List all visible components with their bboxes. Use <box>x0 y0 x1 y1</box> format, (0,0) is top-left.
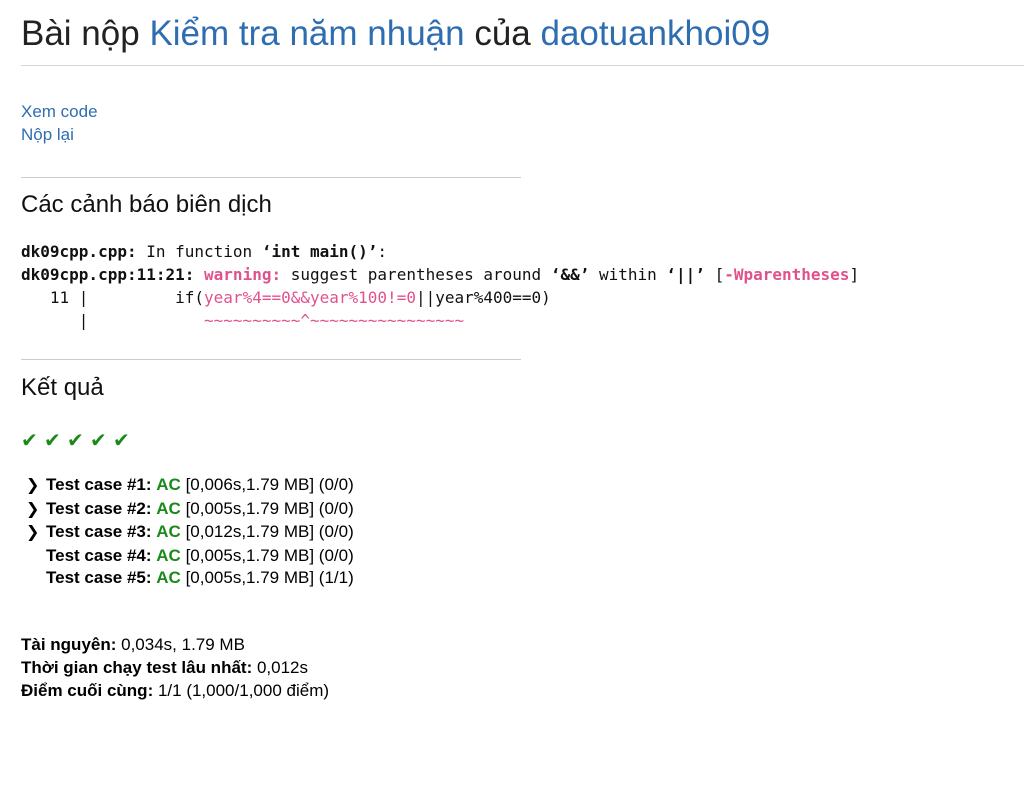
max-time-row: Thời gian chạy test lâu nhất: 0,012s <box>21 656 329 679</box>
max-time-label: Thời gian chạy test lâu nhất: <box>21 658 253 677</box>
compile-text: ] <box>849 265 860 284</box>
chevron-right-icon[interactable]: ❯ <box>26 522 46 545</box>
test-case-status: AC <box>156 522 181 542</box>
test-case-label: Test case #3: <box>46 522 152 542</box>
compile-code: if( <box>98 288 205 307</box>
compile-gutter: | <box>21 311 99 330</box>
test-case-row: Test case #4: AC [0,005s,1.79 MB] (0/0) <box>26 545 354 568</box>
check-icon: ✔ <box>67 430 86 452</box>
title-prefix: Bài nộp <box>21 14 150 53</box>
final-score-value: 1/1 (1,000/1,000 điểm) <box>153 681 330 700</box>
title-divider <box>21 65 1024 66</box>
test-case-row[interactable]: ❯ Test case #2: AC [0,005s,1.79 MB] (0/0) <box>26 498 354 522</box>
test-case-status: AC <box>156 545 181 565</box>
test-case-row[interactable]: ❯ Test case #3: AC [0,012s,1.79 MB] (0/0) <box>26 521 354 545</box>
compile-warnings-heading: Các cảnh báo biên dịch <box>21 191 272 218</box>
test-case-list: ❯ Test case #1: AC [0,006s,1.79 MB] (0/0)… <box>26 474 354 590</box>
compile-text: suggest parentheses around <box>281 265 551 284</box>
test-case-row: Test case #5: AC [0,005s,1.79 MB] (1/1) <box>26 567 354 590</box>
test-case-detail: [0,005s,1.79 MB] (0/0) <box>185 545 354 565</box>
summary-info: Tài nguyên: 0,034s, 1.79 MB Thời gian ch… <box>21 633 329 702</box>
test-case-status: AC <box>156 498 181 518</box>
check-icon: ✔ <box>113 430 132 452</box>
check-icon: ✔ <box>90 430 109 452</box>
chevron-right-icon[interactable]: ❯ <box>26 475 46 498</box>
compile-code: ||year%400==0) <box>415 288 551 307</box>
test-case-detail: [0,006s,1.79 MB] (0/0) <box>185 475 354 494</box>
test-case-label: Test case #1: <box>46 475 152 494</box>
chevron-right-icon[interactable]: ❯ <box>26 499 46 522</box>
section-divider <box>21 177 521 178</box>
resources-value: 0,034s, 1.79 MB <box>116 635 245 654</box>
compile-location: dk09cpp.cpp:11:21: <box>21 265 195 284</box>
warning-label: warning: <box>204 265 282 284</box>
check-icon: ✔ <box>21 430 40 452</box>
compile-caret-marker: ~~~~~~~~~~^~~~~~~~~~~~~~~~~ <box>98 311 465 330</box>
page-title: Bài nộp Kiểm tra năm nhuận của daotuankh… <box>21 14 770 54</box>
compile-text: In function <box>136 242 262 261</box>
compile-text: : <box>377 242 388 261</box>
compile-quote: ‘&&’ <box>550 265 590 284</box>
test-case-detail: [0,012s,1.79 MB] (0/0) <box>185 522 354 542</box>
compile-line-number: 11 | <box>21 288 99 307</box>
user-link[interactable]: daotuankhoi09 <box>541 14 771 53</box>
resources-label: Tài nguyên: <box>21 635 117 654</box>
check-icon: ✔ <box>44 430 63 452</box>
test-case-row[interactable]: ❯ Test case #1: AC [0,006s,1.79 MB] (0/0) <box>26 474 354 498</box>
test-case-detail: [0,005s,1.79 MB] (1/1) <box>185 568 354 588</box>
final-score-label: Điểm cuối cùng: <box>21 681 154 700</box>
max-time-value: 0,012s <box>252 658 308 677</box>
compile-code-highlight: year%4==0&&year%100!=0 <box>204 288 416 307</box>
resources-row: Tài nguyên: 0,034s, 1.79 MB <box>21 633 329 656</box>
resubmit-link[interactable]: Nộp lại <box>21 123 98 146</box>
view-code-link[interactable]: Xem code <box>21 100 98 123</box>
test-case-label: Test case #4: <box>46 545 152 565</box>
test-case-detail: [0,005s,1.79 MB] (0/0) <box>185 498 354 518</box>
warning-flag: -Wparentheses <box>724 265 850 284</box>
compile-text: [ <box>704 265 725 284</box>
test-checkmarks: ✔ ✔ ✔ ✔ ✔ <box>21 428 136 453</box>
final-score-row: Điểm cuối cùng: 1/1 (1,000/1,000 điểm) <box>21 679 329 702</box>
action-links: Xem code Nộp lại <box>21 100 98 146</box>
problem-link[interactable]: Kiểm tra năm nhuận <box>149 14 464 53</box>
test-case-label: Test case #5: <box>46 568 152 588</box>
compile-function: ‘int main()’ <box>261 242 378 261</box>
section-divider <box>21 359 521 360</box>
compile-quote: ‘||’ <box>666 265 705 284</box>
test-case-status: AC <box>156 475 181 494</box>
compile-text: within <box>589 265 667 284</box>
title-middle: của <box>464 14 541 53</box>
compile-output: dk09cpp.cpp: In function ‘int main()’: d… <box>21 240 859 332</box>
results-heading: Kết quả <box>21 374 104 401</box>
test-case-status: AC <box>156 568 181 588</box>
compile-file: dk09cpp.cpp: <box>21 242 137 261</box>
test-case-label: Test case #2: <box>46 498 152 518</box>
